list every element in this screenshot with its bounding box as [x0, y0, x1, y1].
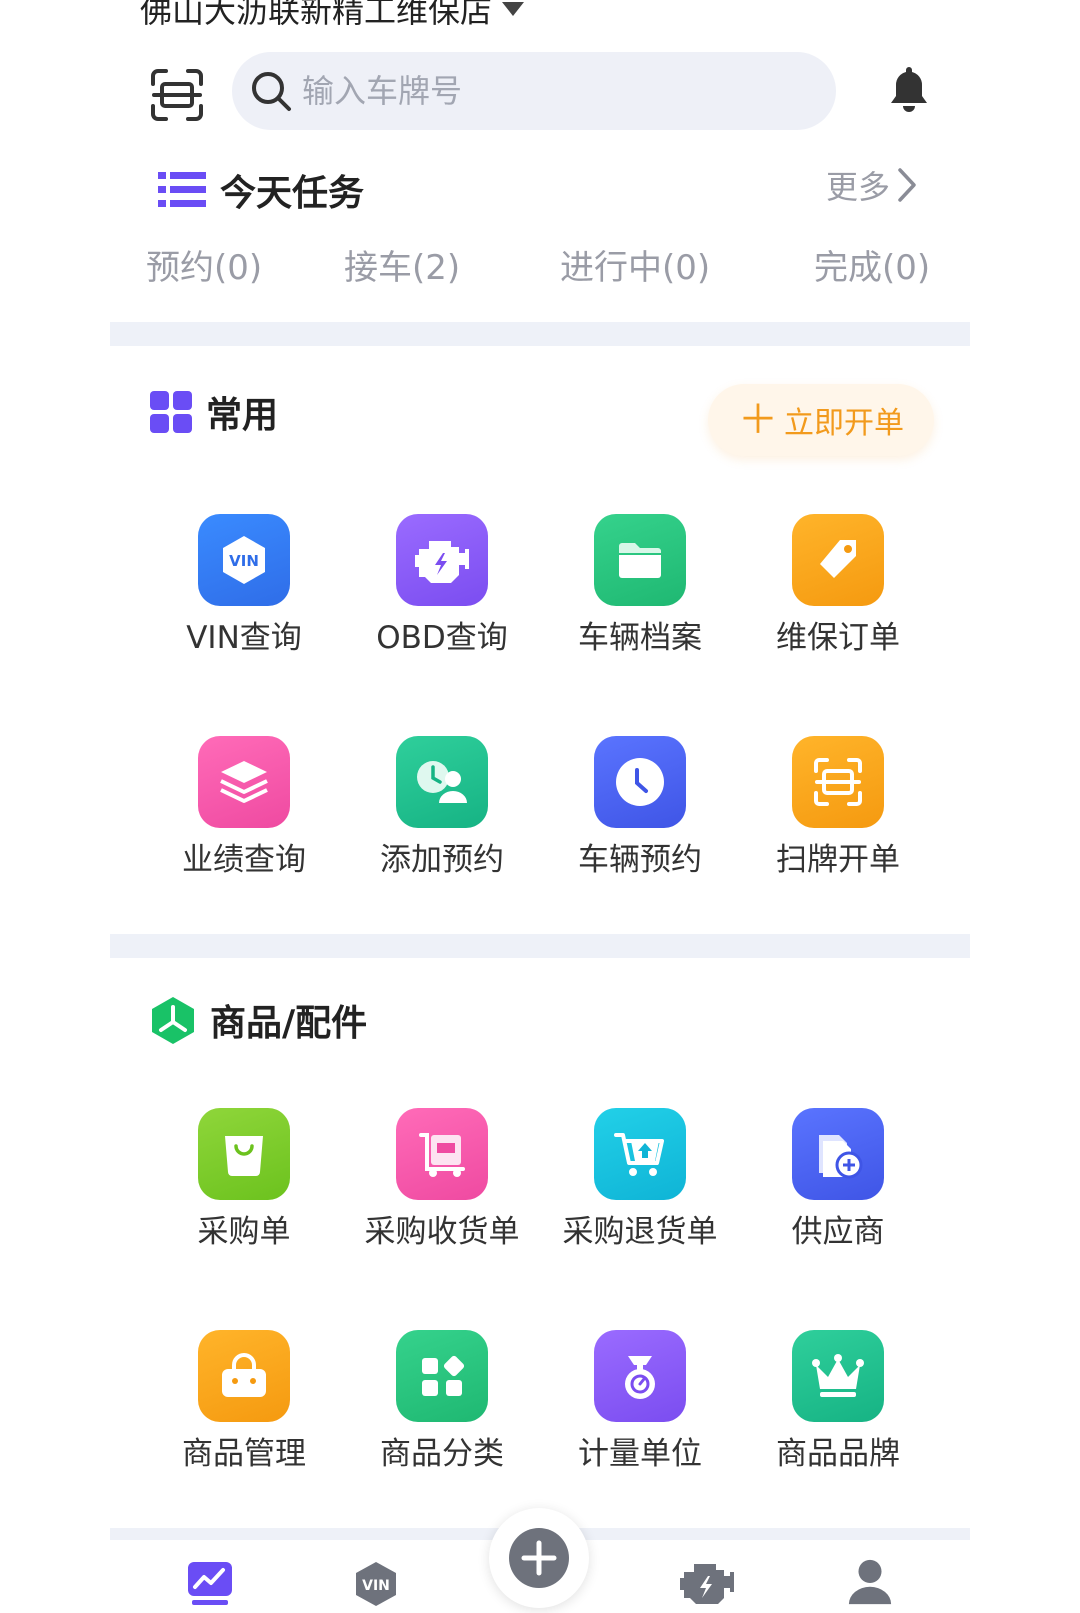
scan-icon[interactable] — [150, 68, 204, 122]
shopping-bag-icon — [198, 1108, 290, 1200]
grid-icon — [150, 391, 192, 433]
obd-query-item[interactable]: OBD查询 — [352, 514, 532, 657]
clock-icon — [594, 736, 686, 828]
search-icon — [252, 72, 291, 111]
item-label: 商品分类 — [380, 1436, 504, 1472]
item-label: 供应商 — [791, 1214, 885, 1250]
svg-text:VIN: VIN — [229, 552, 259, 570]
goods-category-item[interactable]: 商品分类 — [352, 1330, 532, 1473]
item-label: 业绩查询 — [182, 842, 306, 878]
folder-icon — [594, 514, 686, 606]
svg-text:VIN: VIN — [362, 1578, 390, 1594]
vin-nav-icon[interactable]: VIN — [352, 1560, 400, 1608]
category-icon — [396, 1330, 488, 1422]
item-label: 车辆档案 — [578, 620, 702, 656]
tag-icon — [792, 514, 884, 606]
section-divider — [110, 322, 970, 346]
today-tasks-title: 今天任务 — [220, 173, 365, 214]
cube-icon — [152, 997, 194, 1044]
common-title: 常用 — [206, 395, 279, 436]
goods-title: 商品/配件 — [210, 1003, 368, 1044]
open-order-button[interactable]: ＋ 立即开单 — [708, 384, 934, 456]
vehicle-appointment-item[interactable]: 车辆预约 — [550, 736, 730, 879]
add-fab-button[interactable] — [489, 1508, 589, 1608]
goods-management-item[interactable]: 商品管理 — [154, 1330, 334, 1473]
more-label: 更多 — [826, 168, 891, 206]
item-label: 维保订单 — [776, 620, 900, 656]
vin-query-item[interactable]: VIN VIN查询 — [154, 514, 334, 657]
common-header: 常用 — [150, 386, 278, 438]
maintenance-order-item[interactable]: 维保订单 — [748, 514, 928, 657]
item-label: 扫牌开单 — [776, 842, 900, 878]
item-label: 采购单 — [197, 1214, 291, 1250]
goods-brand-item[interactable]: 商品品牌 — [748, 1330, 928, 1473]
tab-completed[interactable]: 完成(0) — [814, 240, 930, 289]
engine-nav-icon[interactable] — [678, 1560, 734, 1608]
engine-icon — [396, 514, 488, 606]
open-order-label: 立即开单 — [784, 406, 904, 441]
tab-in-progress[interactable]: 进行中(0) — [560, 240, 710, 289]
layers-icon — [198, 736, 290, 828]
item-label: 商品品牌 — [776, 1436, 900, 1472]
bell-icon[interactable] — [886, 64, 932, 114]
unit-of-measure-item[interactable]: 计量单位 — [550, 1330, 730, 1473]
item-label: 商品管理 — [182, 1436, 306, 1472]
section-divider — [110, 934, 970, 958]
basket-icon — [198, 1330, 290, 1422]
vin-icon: VIN — [198, 514, 290, 606]
purchase-order-item[interactable]: 采购单 — [154, 1108, 334, 1251]
item-label: 采购退货单 — [562, 1214, 718, 1250]
item-label: 采购收货单 — [364, 1214, 520, 1250]
tab-pickup[interactable]: 接车(2) — [344, 240, 460, 289]
dashboard-chart-icon[interactable] — [186, 1560, 234, 1608]
today-tasks-header: 今天任务 — [158, 164, 364, 216]
profile-icon[interactable] — [846, 1558, 894, 1606]
item-label: 计量单位 — [578, 1436, 702, 1472]
purchase-return-item[interactable]: 采购退货单 — [550, 1108, 730, 1251]
scan-plate-icon — [792, 736, 884, 828]
vehicle-archive-item[interactable]: 车辆档案 — [550, 514, 730, 657]
add-appointment-item[interactable]: 添加预约 — [352, 736, 532, 879]
purchase-receipt-item[interactable]: 采购收货单 — [352, 1108, 532, 1251]
goods-header: 商品/配件 — [150, 994, 367, 1046]
scale-icon — [594, 1330, 686, 1422]
crown-icon — [792, 1330, 884, 1422]
return-cart-icon — [594, 1108, 686, 1200]
item-label: 添加预约 — [380, 842, 504, 878]
supplier-item[interactable]: 供应商 — [748, 1108, 928, 1251]
list-icon — [158, 172, 206, 207]
receipt-cart-icon — [396, 1108, 488, 1200]
item-label: VIN查询 — [186, 620, 302, 656]
performance-query-item[interactable]: 业绩查询 — [154, 736, 334, 879]
tab-appointment[interactable]: 预约(0) — [146, 240, 262, 289]
shop-selector[interactable]: 佛山大沥联新精工维保店 — [140, 0, 525, 32]
plus-icon: ＋ — [738, 397, 778, 443]
supplier-add-icon — [792, 1108, 884, 1200]
chevron-right-icon — [898, 168, 916, 202]
item-label: OBD查询 — [376, 620, 508, 656]
search-bar[interactable] — [232, 52, 836, 130]
task-status-tabs: 预约(0) 接车(2) 进行中(0) 完成(0) — [0, 240, 1080, 296]
scan-plate-order-item[interactable]: 扫牌开单 — [748, 736, 928, 879]
add-fab-icon — [509, 1528, 569, 1588]
item-label: 车辆预约 — [578, 842, 702, 878]
shop-name: 佛山大沥联新精工维保店 — [140, 0, 493, 30]
appointment-user-icon — [396, 736, 488, 828]
plate-search-input[interactable] — [302, 72, 782, 110]
caret-down-icon — [502, 2, 525, 16]
more-link[interactable]: 更多 — [826, 162, 918, 208]
